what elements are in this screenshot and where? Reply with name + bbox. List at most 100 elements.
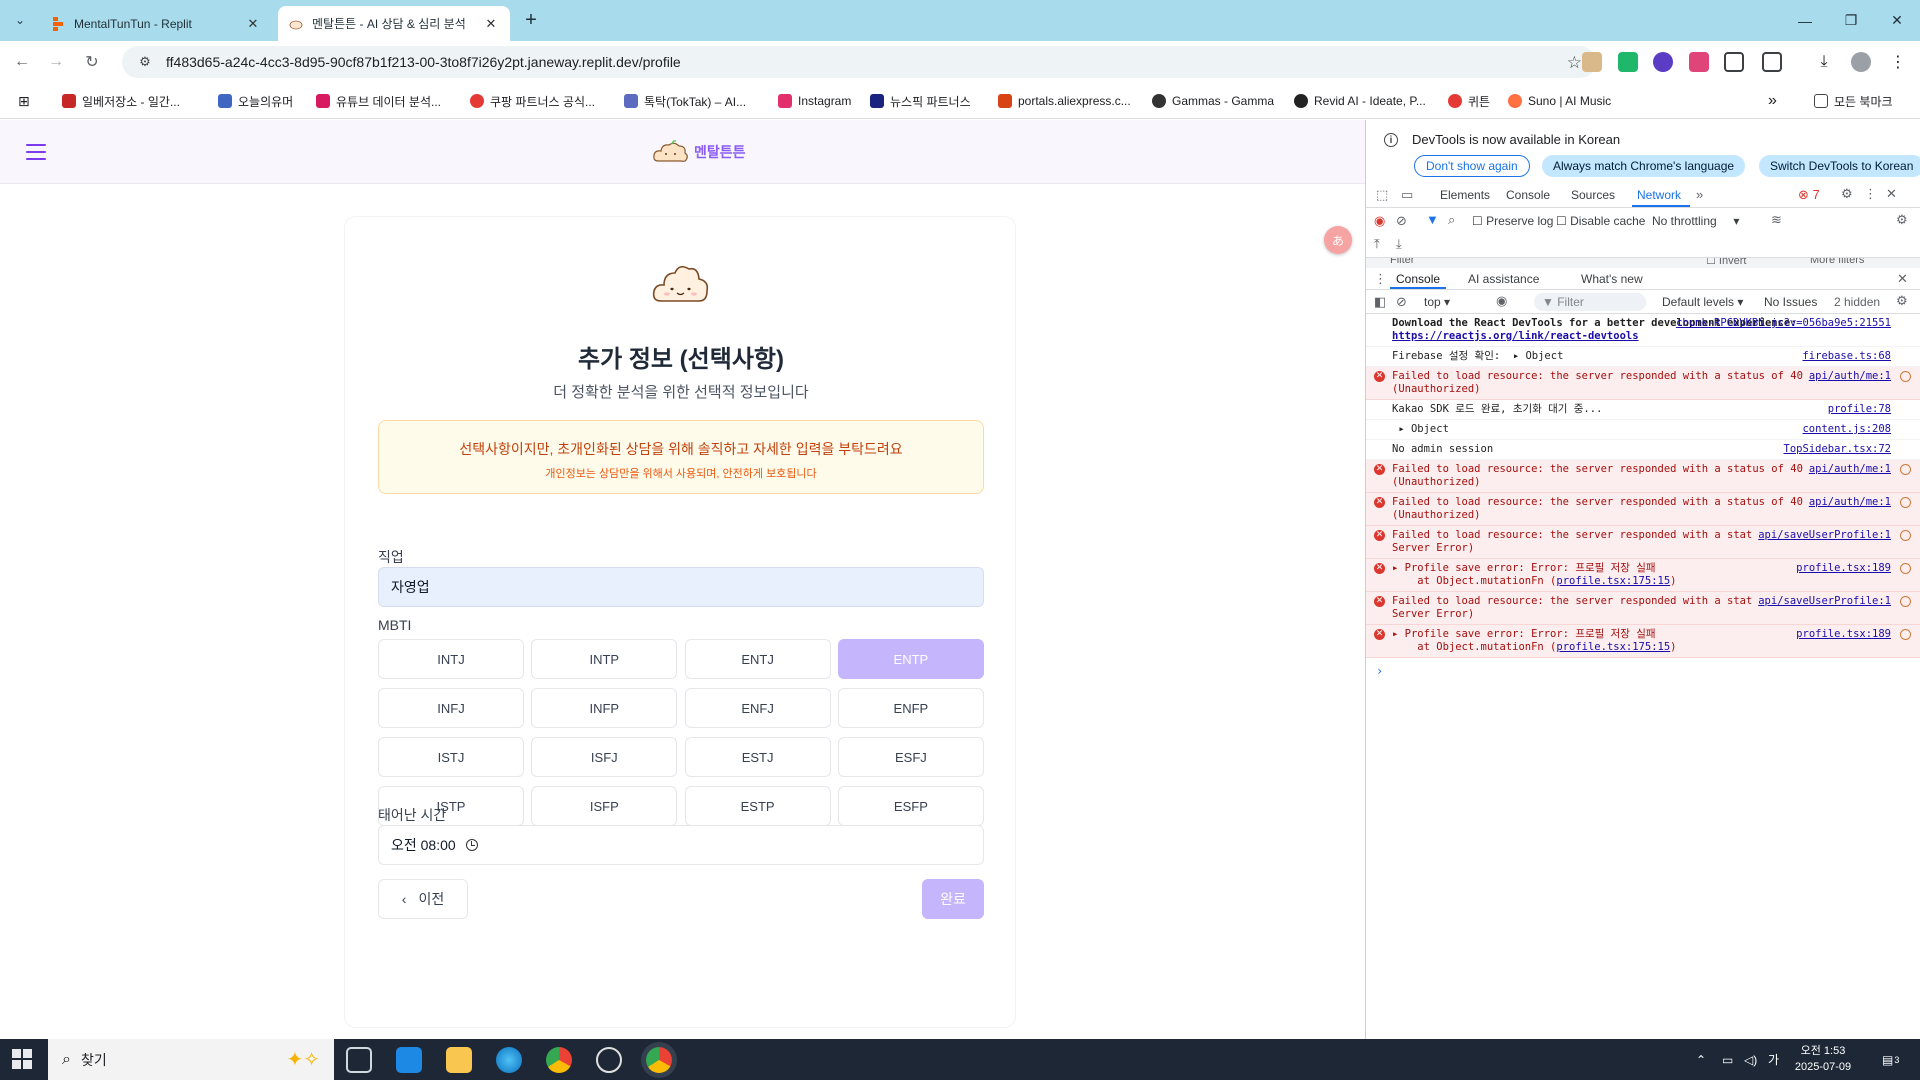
console-settings-icon[interactable]: ⚙: [1896, 293, 1908, 309]
mbti-option-intj[interactable]: INTJ: [378, 639, 524, 679]
source-link[interactable]: api/auth/me:1: [1802, 496, 1891, 509]
mbti-option-intp[interactable]: INTP: [531, 639, 678, 679]
chrome-icon[interactable]: [546, 1047, 572, 1073]
close-icon[interactable]: ✕: [482, 15, 500, 33]
mbti-option-infp[interactable]: INFP: [531, 688, 678, 728]
error-count-badge[interactable]: ⊗ 7: [1798, 187, 1820, 203]
network-icon[interactable]: ▭: [1722, 1039, 1733, 1080]
previous-button[interactable]: ‹ 이전: [378, 879, 468, 919]
bookmark-item[interactable]: 쿠팡 파트너스 공식...: [470, 92, 595, 110]
complete-button[interactable]: 완료: [922, 879, 984, 919]
import-har-icon[interactable]: ⤒: [1374, 236, 1380, 252]
dont-show-again-button[interactable]: Don't show again: [1414, 155, 1530, 177]
issues-button[interactable]: No Issues: [1764, 295, 1817, 309]
source-link[interactable]: api/saveUserProfile:1: [1752, 529, 1891, 542]
invert-checkbox[interactable]: ☐ Invert: [1706, 258, 1746, 267]
drawer-tab-console[interactable]: Console: [1396, 272, 1440, 286]
filter-funnel-icon[interactable]: ▼: [1426, 212, 1439, 227]
console-link[interactable]: https://reactjs.org/link/react-devtools: [1392, 330, 1639, 342]
new-tab-icon[interactable]: +: [520, 9, 542, 31]
mbti-option-esfp[interactable]: ESFP: [837, 786, 984, 826]
preserve-log-checkbox[interactable]: ☐ Preserve log: [1472, 214, 1553, 228]
network-settings-icon[interactable]: ⚙: [1896, 212, 1908, 228]
devtools-menu-icon[interactable]: ⋮: [1864, 186, 1877, 202]
bookmark-item[interactable]: 유튜브 데이터 분석...: [316, 92, 441, 110]
clock-icon[interactable]: [465, 839, 478, 851]
source-link[interactable]: profile.tsx:189: [1790, 562, 1891, 575]
mbti-option-entj[interactable]: ENTJ: [684, 639, 831, 679]
source-link[interactable]: content.js:208: [1796, 423, 1891, 436]
live-expression-eye-icon[interactable]: ◉: [1496, 293, 1507, 309]
close-window-icon[interactable]: ✕: [1874, 0, 1920, 41]
taskbar-search[interactable]: ⌕ 찾기 ✦✧: [48, 1039, 334, 1080]
ai-explain-icon[interactable]: [1900, 596, 1911, 607]
job-field[interactable]: 자영업: [378, 567, 984, 607]
bookmark-item[interactable]: 뉴스픽 파트너스: [870, 92, 971, 110]
tab-elements[interactable]: Elements: [1440, 188, 1490, 202]
back-icon[interactable]: ←: [10, 50, 34, 74]
mbti-option-entp[interactable]: ENTP: [837, 639, 984, 679]
ai-explain-icon[interactable]: [1900, 464, 1911, 475]
sidebar-toggle-icon[interactable]: ◧: [1374, 294, 1386, 310]
mbti-option-estj[interactable]: ESTJ: [684, 737, 831, 777]
download-icon[interactable]: ⤓: [1812, 50, 1836, 74]
volume-icon[interactable]: ◁): [1744, 1039, 1757, 1080]
source-link[interactable]: api/auth/me:1: [1802, 463, 1891, 476]
bookmark-item[interactable]: 톡탁(TokTak) – AI...: [624, 92, 746, 110]
ai-explain-icon[interactable]: [1900, 563, 1911, 574]
drawer-menu-icon[interactable]: ⋮: [1374, 271, 1387, 287]
console-link[interactable]: profile.tsx:175:15: [1556, 641, 1670, 653]
bookmark-item[interactable]: portals.aliexpress.c...: [998, 92, 1131, 110]
menu-icon[interactable]: [24, 142, 48, 162]
bookmark-item[interactable]: Instagram: [778, 92, 851, 110]
mbti-option-enfp[interactable]: ENFP: [837, 688, 984, 728]
mbti-option-isfj[interactable]: ISFJ: [531, 737, 678, 777]
network-conditions-icon[interactable]: ≋: [1771, 212, 1782, 228]
chatgpt-icon[interactable]: [596, 1047, 622, 1073]
extension-icon[interactable]: [1653, 52, 1673, 72]
chrome-active-icon[interactable]: [646, 1047, 672, 1073]
console-link[interactable]: profile.tsx:175:15: [1556, 575, 1670, 587]
mbti-option-enfj[interactable]: ENFJ: [684, 688, 831, 728]
source-link[interactable]: profile:78: [1822, 403, 1891, 416]
app-logo[interactable]: 멘탈튼튼: [652, 138, 746, 166]
tray-chevron-icon[interactable]: ⌃: [1696, 1039, 1706, 1080]
bookmark-star-icon[interactable]: ☆: [1567, 53, 1582, 73]
bookmarks-overflow-icon[interactable]: »: [1768, 92, 1777, 110]
more-filters-dropdown[interactable]: More filters: [1810, 258, 1864, 266]
bookmark-item[interactable]: 일베저장소 - 일간...: [62, 92, 180, 110]
site-info-icon[interactable]: ⚙: [132, 54, 158, 70]
record-icon[interactable]: ◉: [1374, 213, 1385, 229]
file-explorer-icon[interactable]: [446, 1047, 472, 1073]
mbti-option-isfp[interactable]: ISFP: [531, 786, 678, 826]
more-tabs-icon[interactable]: »: [1696, 187, 1703, 202]
source-link[interactable]: api/auth/me:1: [1802, 370, 1891, 383]
close-drawer-icon[interactable]: ✕: [1897, 271, 1908, 287]
source-link[interactable]: chunk-RPCDVKBN.js?v=056ba9e5:21551: [1670, 317, 1891, 330]
bookmark-item[interactable]: Suno | AI Music: [1508, 92, 1611, 110]
forward-icon[interactable]: →: [44, 50, 68, 74]
log-levels-select[interactable]: Default levels ▾: [1662, 295, 1743, 309]
screenshot-icon[interactable]: [1724, 52, 1744, 72]
tab-network[interactable]: Network: [1637, 188, 1681, 202]
source-link[interactable]: firebase.ts:68: [1796, 350, 1891, 363]
apps-grid-icon[interactable]: ⊞: [18, 92, 30, 110]
mbti-option-infj[interactable]: INFJ: [378, 688, 524, 728]
tab-mentaltuntun-app[interactable]: 멘탈튼튼 - AI 상담 & 심리 분석 ✕: [278, 6, 510, 41]
ai-explain-icon[interactable]: [1900, 371, 1911, 382]
tab-mentaltuntun-replit[interactable]: MentalTunTun - Replit ✕: [40, 6, 272, 41]
tab-search-chevron-icon[interactable]: ⌄: [8, 8, 32, 32]
search-icon[interactable]: ⌕: [1448, 212, 1455, 228]
drawer-tab-whats-new[interactable]: What's new: [1581, 272, 1643, 286]
tab-sources[interactable]: Sources: [1571, 188, 1615, 202]
context-select[interactable]: top ▾: [1424, 295, 1450, 309]
bookmark-item[interactable]: Revid AI - Ideate, P...: [1294, 92, 1426, 110]
edge-icon[interactable]: [496, 1047, 522, 1073]
mbti-option-esfj[interactable]: ESFJ: [837, 737, 984, 777]
switch-korean-button[interactable]: Switch DevTools to Korean: [1759, 155, 1920, 177]
source-link[interactable]: api/saveUserProfile:1: [1752, 595, 1891, 608]
extension-icon[interactable]: [1618, 52, 1638, 72]
birth-time-field[interactable]: 오전 08:00: [378, 825, 984, 865]
disable-cache-checkbox[interactable]: ☐ Disable cache: [1556, 214, 1645, 228]
throttling-select[interactable]: No throttling ▾: [1652, 214, 1739, 228]
